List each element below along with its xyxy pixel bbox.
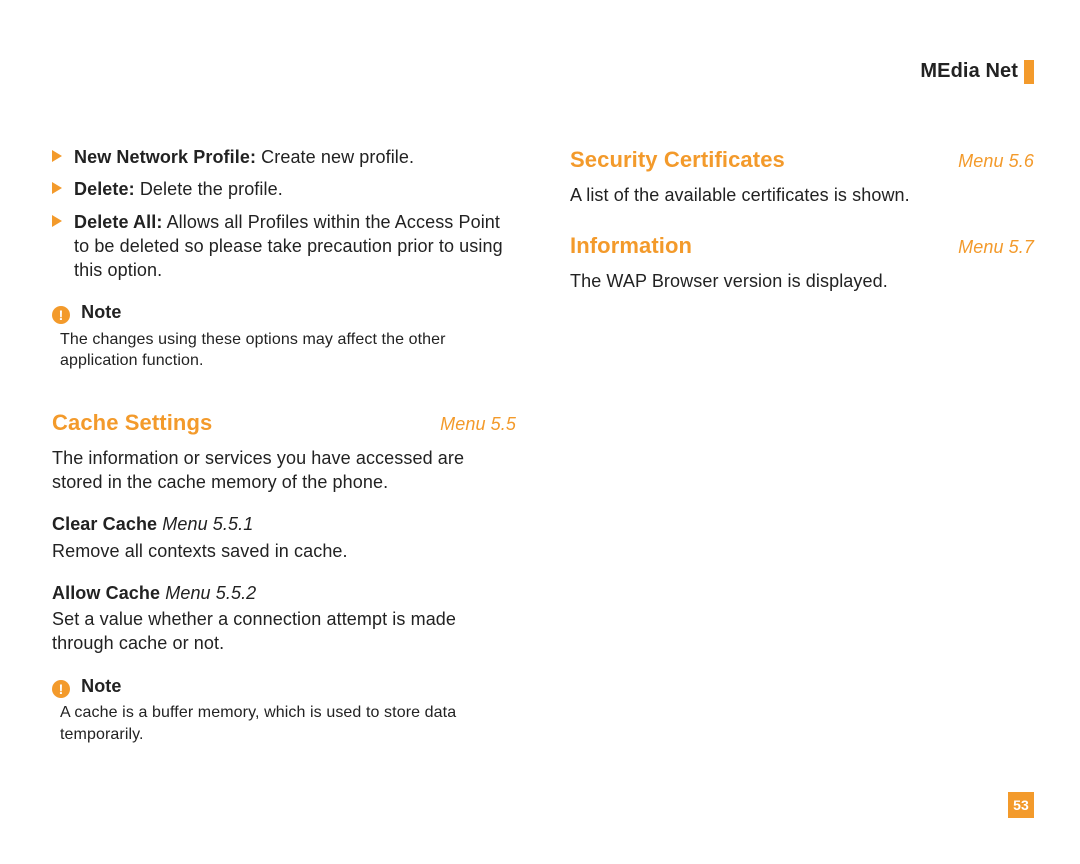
bullet-label: Delete: [74, 179, 135, 199]
heading-menu-ref: Menu 5.5 [440, 412, 516, 436]
profile-options-list: New Network Profile: Create new profile.… [52, 145, 516, 282]
subhead-title: Clear Cache [52, 514, 157, 534]
subhead-menu-ref: Menu 5.5.1 [162, 514, 253, 534]
body-text: A list of the available certificates is … [570, 183, 1034, 207]
manual-page: MEdia Net New Network Profile: Create ne… [0, 0, 1080, 864]
heading-title: Information [570, 231, 692, 261]
page-header: MEdia Net [52, 58, 1034, 85]
subheading-allow-cache: Allow Cache Menu 5.5.2 [52, 581, 516, 605]
body-text: Set a value whether a connection attempt… [52, 607, 516, 656]
bullet-label: New Network Profile: [74, 147, 256, 167]
subhead-menu-ref: Menu 5.5.2 [165, 583, 256, 603]
page-number: 53 [1008, 792, 1034, 818]
body-text: The WAP Browser version is displayed. [570, 269, 1034, 293]
heading-menu-ref: Menu 5.6 [958, 149, 1034, 173]
triangle-bullet-icon [52, 182, 62, 194]
bullet-text: Create new profile. [256, 147, 414, 167]
heading-menu-ref: Menu 5.7 [958, 235, 1034, 259]
subhead-title: Allow Cache [52, 583, 160, 603]
bullet-text: Delete the profile. [135, 179, 283, 199]
section-heading-security-certificates: Security Certificates Menu 5.6 [570, 145, 1034, 175]
section-heading-information: Information Menu 5.7 [570, 231, 1034, 261]
left-column: New Network Profile: Create new profile.… [52, 145, 516, 749]
note-block: ! Note The changes using these options m… [52, 300, 516, 371]
note-title: Note [81, 676, 121, 696]
note-text: The changes using these options may affe… [60, 329, 516, 372]
subheading-clear-cache: Clear Cache Menu 5.5.1 [52, 512, 516, 536]
triangle-bullet-icon [52, 150, 62, 162]
heading-title: Security Certificates [570, 145, 785, 175]
note-text: A cache is a buffer memory, which is use… [60, 702, 516, 745]
triangle-bullet-icon [52, 215, 62, 227]
right-column: Security Certificates Menu 5.6 A list of… [570, 145, 1034, 749]
exclamation-icon: ! [52, 306, 70, 324]
note-title: Note [81, 302, 121, 322]
header-accent-bar [1024, 60, 1034, 84]
body-text: The information or services you have acc… [52, 446, 516, 495]
list-item: New Network Profile: Create new profile. [52, 145, 516, 169]
exclamation-icon: ! [52, 680, 70, 698]
body-text: Remove all contexts saved in cache. [52, 539, 516, 563]
section-heading-cache-settings: Cache Settings Menu 5.5 [52, 408, 516, 438]
note-block: ! Note A cache is a buffer memory, which… [52, 674, 516, 745]
header-title: MEdia Net [920, 58, 1018, 85]
list-item: Delete All: Allows all Profiles within t… [52, 210, 516, 283]
two-column-layout: New Network Profile: Create new profile.… [52, 145, 1034, 749]
list-item: Delete: Delete the profile. [52, 177, 516, 201]
bullet-label: Delete All: [74, 212, 162, 232]
heading-title: Cache Settings [52, 408, 212, 438]
